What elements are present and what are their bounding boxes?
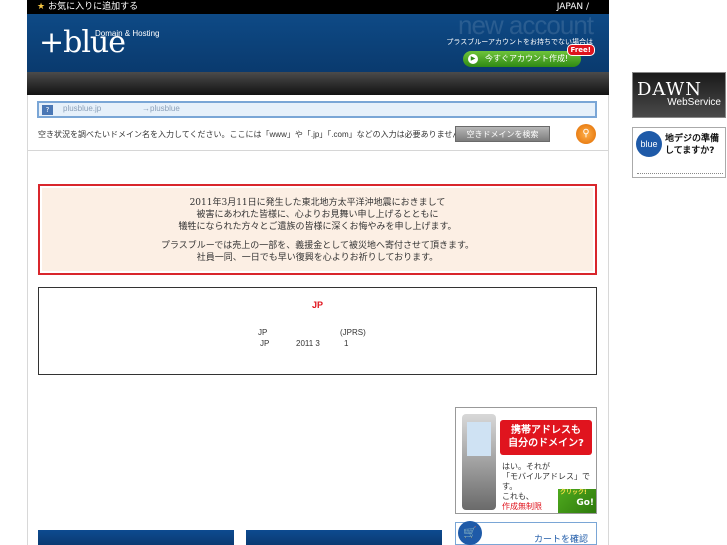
banner-decoration bbox=[637, 168, 723, 174]
logo-subtitle: Domain & Hosting bbox=[95, 29, 160, 38]
mobile-ad-banner: 携帯アドレスも 自分のドメイン? bbox=[500, 420, 592, 455]
jp-info-title: JP bbox=[311, 300, 323, 310]
add-favorite-link[interactable]: ★ お気に入りに追加する bbox=[37, 0, 138, 14]
digital-tv-line: 地デジの準備 bbox=[665, 134, 720, 144]
free-badge: Free! bbox=[566, 44, 595, 56]
blue-logo-icon: blue bbox=[636, 131, 662, 157]
search-icon[interactable]: ⚲ bbox=[576, 124, 596, 144]
digital-tv-line: してますか? bbox=[665, 146, 715, 156]
dawn-webservice-banner[interactable]: DAWN WebService bbox=[632, 72, 726, 118]
phone-icon bbox=[462, 414, 496, 510]
domain-search-input[interactable]: ? plusblue.jp →plusblue bbox=[37, 101, 597, 118]
help-icon[interactable]: ? bbox=[42, 105, 53, 115]
digital-tv-text: 地デジの準備 してますか? bbox=[665, 133, 719, 157]
jp-info-row-date: 2011 3 bbox=[296, 339, 320, 348]
notice-line: 犠牲になられた方々とご遺族の皆様に深くお悔やみを申し上げます。 bbox=[178, 222, 457, 232]
domain-search-button[interactable]: 空きドメインを検索 bbox=[455, 126, 550, 142]
feature-panel-left bbox=[38, 530, 234, 545]
region-label[interactable]: JAPAN / bbox=[557, 0, 589, 14]
dawn-subtitle: WebService bbox=[667, 97, 721, 108]
create-account-label[interactable]: 今すぐアカウント作成! bbox=[485, 54, 568, 63]
star-icon: ★ bbox=[37, 2, 46, 12]
search-hint: →plusblue bbox=[142, 104, 180, 113]
jp-info-row-day: 1 bbox=[344, 339, 349, 348]
jp-info-row-value: (JPRS) bbox=[340, 328, 366, 337]
view-cart-button[interactable]: 🛒 カートを確認 bbox=[455, 521, 597, 545]
jp-info-row-label: JP bbox=[258, 328, 268, 337]
cart-icon: 🛒 bbox=[458, 521, 482, 545]
mobile-address-ad[interactable]: 携帯アドレスも 自分のドメイン? はい。それが 「モバイルアドレス」です。 これ… bbox=[455, 407, 597, 514]
jp-info-box: JP JP (JPRS) JP 2011 3 1 bbox=[38, 287, 597, 375]
digital-tv-banner[interactable]: blue 地デジの準備 してますか? bbox=[632, 127, 726, 178]
earthquake-notice: 2011年3月11日に発生した東北地方太平洋沖地震におきまして 被害にあわれた皆… bbox=[38, 184, 597, 275]
mobile-ad-banner-line: 携帯アドレスも bbox=[511, 425, 581, 436]
create-account-button[interactable]: ▶ 今すぐアカウント作成! bbox=[463, 51, 581, 67]
notice-line: 被害にあわれた皆様に、心よりお見舞い申し上げるとともに bbox=[196, 210, 439, 220]
feature-panel-right bbox=[246, 530, 442, 545]
mobile-ad-banner-line: 自分のドメイン? bbox=[508, 438, 584, 449]
nav-bar bbox=[27, 72, 609, 95]
site-header: +blue Domain & Hosting new account プラスブル… bbox=[27, 14, 609, 72]
go-label[interactable]: Go! bbox=[576, 498, 594, 508]
go-button[interactable]: クリック! Go! bbox=[558, 489, 596, 513]
mobile-ad-text-line: はい。それが bbox=[502, 462, 550, 471]
phone-screen bbox=[467, 422, 491, 456]
search-instructions: 空き状況を調べたいドメイン名を入力してください。ここには「www」や「.jp」「… bbox=[38, 130, 469, 139]
search-domain-example[interactable]: plusblue.jp bbox=[63, 104, 101, 113]
notice-line: 社員一同、一日でも早い復興を心よりお祈りしております。 bbox=[196, 253, 439, 263]
notice-line: 2011年3月11日に発生した東北地方太平洋沖地震におきまして bbox=[189, 198, 446, 208]
jp-info-row-label: JP bbox=[260, 339, 270, 348]
top-bar: ★ お気に入りに追加する JAPAN / bbox=[27, 0, 609, 14]
divider bbox=[28, 150, 608, 151]
view-cart-label[interactable]: カートを確認 bbox=[534, 532, 588, 545]
notice-line: プラスブルーでは売上の一部を、義援金として被災地へ寄付させて頂きます。 bbox=[160, 241, 475, 251]
play-arrow-icon: ▶ bbox=[468, 54, 478, 64]
add-favorite-label[interactable]: お気に入りに追加する bbox=[48, 2, 138, 12]
click-tag: クリック! bbox=[560, 489, 587, 496]
